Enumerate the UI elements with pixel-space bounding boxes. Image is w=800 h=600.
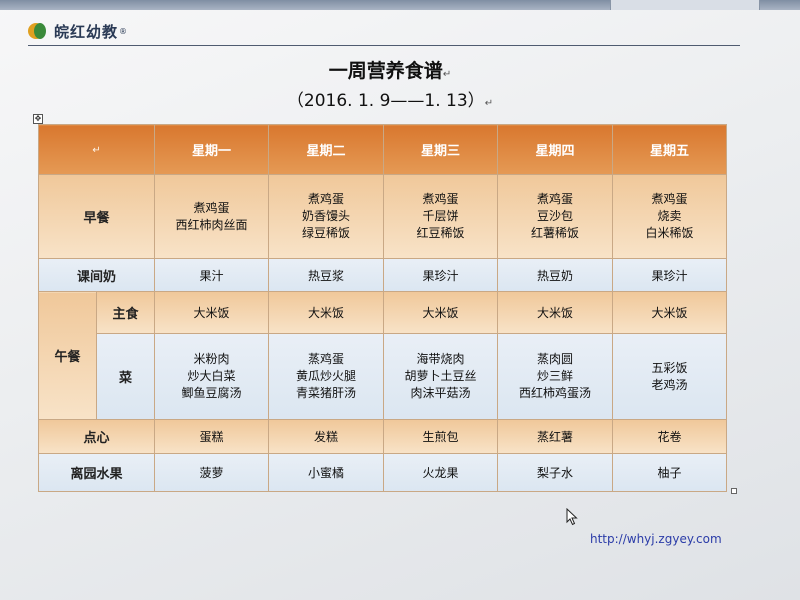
dish-cell[interactable]: 蒸肉圆 炒三鲜 西红柿鸡蛋汤 (497, 333, 614, 420)
table-row-fruit: 离园水果 菠萝 小蜜橘 火龙果 梨子水 柚子 (37, 453, 728, 492)
milk-cell[interactable]: 热豆浆 (268, 258, 385, 292)
menu-table[interactable]: ↵ 星期一 星期二 星期三 星期四 星期五 早餐 煮鸡蛋 西红柿肉丝面 煮鸡蛋 奶香… (37, 124, 728, 492)
breakfast-cell[interactable]: 煮鸡蛋 千层饼 红豆稀饭 (383, 174, 499, 259)
header-corner[interactable]: ↵ (37, 124, 156, 175)
row-label-milk[interactable]: 课间奶 (37, 258, 156, 292)
fruit-cell[interactable]: 小蜜橘 (268, 453, 385, 492)
header-day[interactable]: 星期三 (383, 124, 499, 175)
dish-cell[interactable]: 蒸鸡蛋 黄瓜炒火腿 青菜猪肝汤 (268, 333, 385, 420)
mouse-cursor-icon (566, 508, 578, 526)
logo-registered-mark: ® (119, 26, 128, 36)
snack-cell[interactable]: 生煎包 (383, 419, 499, 454)
screen: 皖红幼教 ® 一周营养食谱↵ （2016. 1. 9——1. 13）↵ ✥ ↵ … (0, 0, 800, 600)
table-row-milk: 课间奶 果汁 热豆浆 果珍汁 热豆奶 果珍汁 (37, 258, 728, 292)
breakfast-cell[interactable]: 煮鸡蛋 西红柿肉丝面 (154, 174, 270, 259)
fruit-cell[interactable]: 梨子水 (497, 453, 614, 492)
dish-cell[interactable]: 海带烧肉 胡萝卜土豆丝 肉沫平菇汤 (383, 333, 499, 420)
row-label-dish[interactable]: 菜 (95, 333, 156, 420)
breakfast-cell[interactable]: 煮鸡蛋 烧卖 白米稀饭 (612, 174, 728, 259)
fruit-cell[interactable]: 菠萝 (154, 453, 270, 492)
milk-cell[interactable]: 果珍汁 (612, 258, 728, 292)
row-label-breakfast[interactable]: 早餐 (37, 174, 156, 259)
milk-cell[interactable]: 果珍汁 (383, 258, 499, 292)
staple-cell[interactable]: 大米饭 (383, 291, 499, 334)
logo: 皖红幼教 ® (28, 20, 127, 42)
dish-cell[interactable]: 五彩饭 老鸡汤 (612, 333, 728, 420)
window-tab[interactable] (610, 0, 760, 10)
row-label-staple[interactable]: 主食 (95, 291, 156, 334)
staple-cell[interactable]: 大米饭 (497, 291, 614, 334)
snack-cell[interactable]: 花卷 (612, 419, 728, 454)
row-label-lunch[interactable]: 午餐 (38, 291, 97, 420)
table-row-lunch-dish: 菜 米粉肉 炒大白菜 鲫鱼豆腐汤 蒸鸡蛋 黄瓜炒火腿 青菜猪肝汤 海带烧肉 胡萝卜土豆丝肉… (38, 333, 728, 420)
page-title[interactable]: 一周营养食谱↵ (0, 56, 780, 83)
header-day[interactable]: 星期二 (268, 124, 385, 175)
row-label-fruit[interactable]: 离园水果 (37, 453, 156, 492)
window-top-strip (0, 0, 800, 10)
logo-text: 皖红幼教 (54, 22, 119, 41)
footer-url-link[interactable]: http://whyj.zgyey.com (590, 532, 722, 546)
snack-cell[interactable]: 蛋糕 (154, 419, 270, 454)
header-day[interactable]: 星期四 (497, 124, 614, 175)
table-row-lunch-staple: 午餐 主食 大米饭 大米饭 大米饭 大米饭 大米饭 (38, 291, 728, 420)
staple-cell[interactable]: 大米饭 (154, 291, 270, 334)
breakfast-cell[interactable]: 煮鸡蛋 豆沙包 红薯稀饭 (497, 174, 614, 259)
milk-cell[interactable]: 热豆奶 (497, 258, 614, 292)
dish-cell[interactable]: 米粉肉 炒大白菜 鲫鱼豆腐汤 (154, 333, 270, 420)
date-range[interactable]: （2016. 1. 9——1. 13）↵ (0, 86, 780, 111)
logo-mark-icon (28, 21, 48, 41)
staple-cell[interactable]: 大米饭 (268, 291, 385, 334)
table-move-handle-icon[interactable]: ✥ (33, 114, 43, 124)
table-row-breakfast: 早餐 煮鸡蛋 西红柿肉丝面 煮鸡蛋 奶香馒头 绿豆稀饭 煮鸡蛋 千层饼 红豆稀饭 煮鸡蛋豆… (37, 174, 728, 259)
milk-cell[interactable]: 果汁 (154, 258, 270, 292)
table-row-snack: 点心 蛋糕 发糕 生煎包 蒸红薯 花卷 (37, 419, 728, 454)
header-divider (28, 45, 740, 46)
header-day[interactable]: 星期五 (612, 124, 728, 175)
staple-cell[interactable]: 大米饭 (612, 291, 728, 334)
snack-cell[interactable]: 发糕 (268, 419, 385, 454)
snack-cell[interactable]: 蒸红薯 (497, 419, 614, 454)
breakfast-cell[interactable]: 煮鸡蛋 奶香馒头 绿豆稀饭 (268, 174, 385, 259)
fruit-cell[interactable]: 火龙果 (383, 453, 499, 492)
row-label-snack[interactable]: 点心 (37, 419, 156, 454)
table-header-row: ↵ 星期一 星期二 星期三 星期四 星期五 (37, 124, 728, 175)
header-day[interactable]: 星期一 (154, 124, 270, 175)
fruit-cell[interactable]: 柚子 (612, 453, 728, 492)
table-resize-handle[interactable] (731, 488, 737, 494)
